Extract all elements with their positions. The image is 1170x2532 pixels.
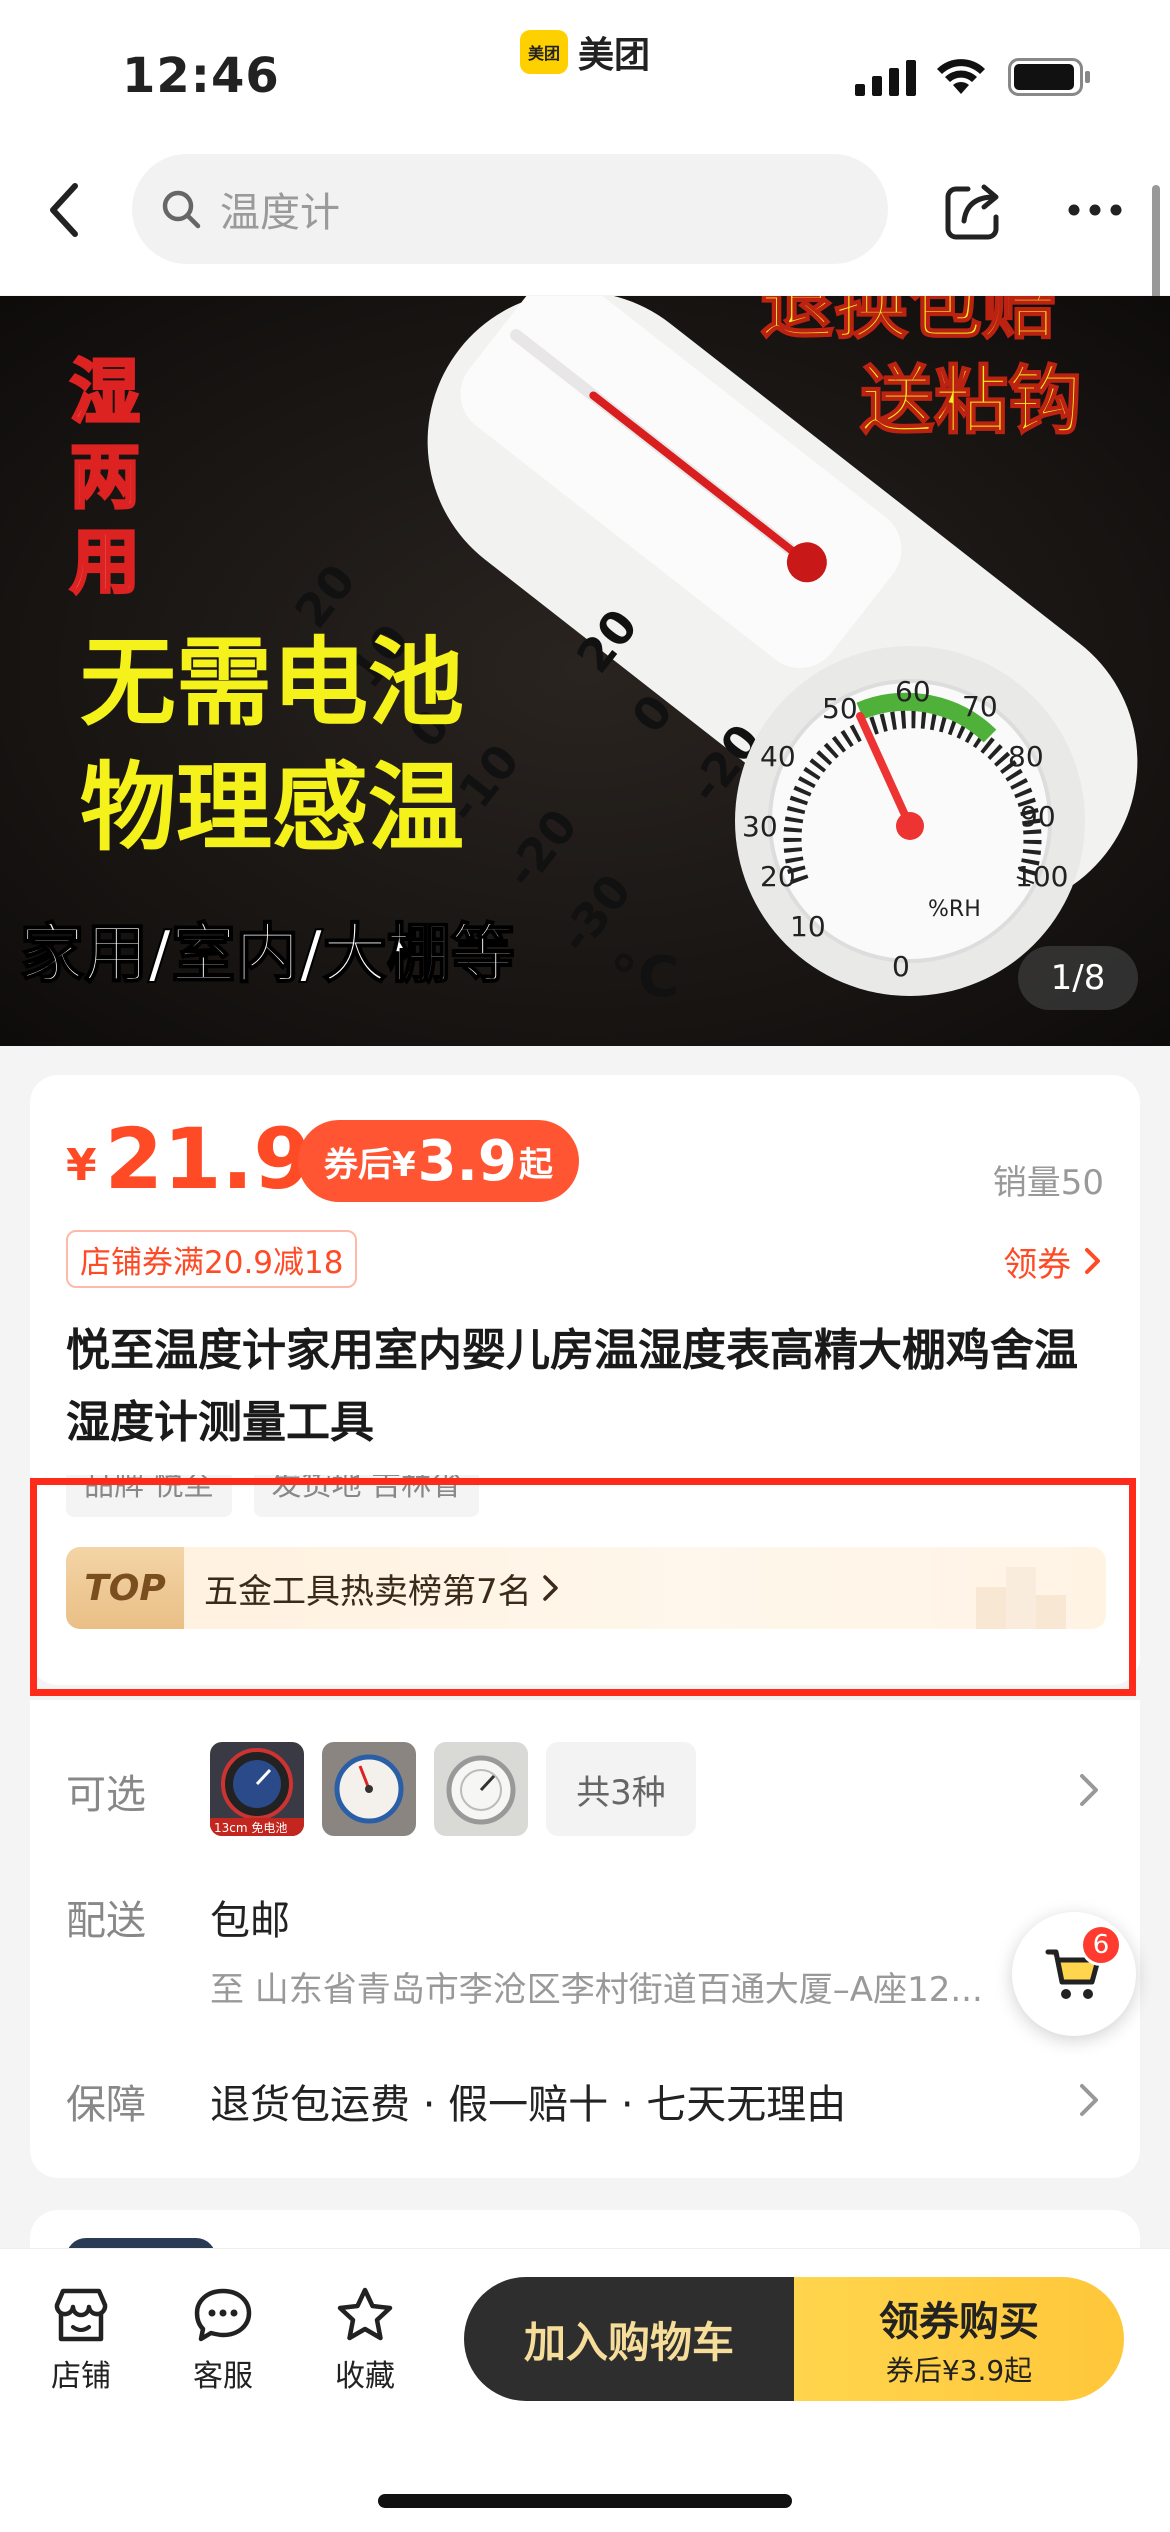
scroll-indicator [1152,185,1160,300]
product-title: 悦至温度计家用室内婴儿房温湿度表高精大棚鸡舍温湿度计测量工具 [66,1325,1078,1448]
back-button[interactable] [30,175,100,245]
bottom-action-bar: 店铺 客服 收藏 加入购物车 领券购买 券后¥3.9起 [0,2248,1170,2532]
svg-text:50: 50 [822,692,858,725]
variant-image-2 [322,1742,416,1836]
sales-count: 销量50 [992,1163,1104,1203]
more-dots-icon [1068,204,1122,216]
shop-label: 店铺 [51,2359,111,2394]
favorite-button[interactable]: 收藏 [310,2285,420,2395]
search-bar[interactable]: 温度计 [132,154,888,264]
service-label: 客服 [193,2359,253,2394]
product-page: 12:46 美团 美团 温度计 20 10 0 -10 -20 -30 20 0… [0,0,1170,2532]
buy-main-label: 领券购买 [879,2299,1039,2345]
add-to-cart-button[interactable]: 加入购物车 [464,2277,794,2401]
svg-text:60: 60 [895,675,931,708]
coupon-price-badge: 券后¥ 3.9 起 [298,1120,579,1202]
hero-text-vertical-1: 湿 [70,351,140,433]
chevron-left-icon [50,183,78,237]
svg-text:退换包赔: 退换包赔 [760,296,1056,349]
search-placeholder: 温度计 [220,190,340,236]
variant-image-1: 13cm 免电池 [210,1742,304,1836]
guarantee-value: 退货包运费 · 假一赔十 · 七天无理由 [210,2082,847,2128]
svg-text:20: 20 [760,860,796,893]
chevron-right-icon [1085,1248,1100,1274]
svg-text:物理感温: 物理感温 [80,752,464,864]
shop-button[interactable]: 店铺 [26,2285,136,2395]
optional-label: 可选 [66,1772,146,1818]
delivery-address[interactable]: 至 山东省青岛市李沧区李村街道百通大厦–A座12... [210,1962,1040,2011]
coupon-price-suffix: 起 [518,1144,553,1185]
svg-text:送粘钩: 送粘钩 [860,358,1082,444]
share-icon [945,184,999,240]
variant-count[interactable]: 共3种 [546,1742,696,1836]
delivery-value: 包邮 [210,1898,290,1944]
image-counter: 1/8 [1018,946,1138,1010]
top-nav: 温度计 [0,150,1170,295]
get-coupon-link[interactable]: 领券 [1003,1237,1104,1286]
wifi-icon [937,59,985,94]
svg-text:无需电池: 无需电池 [80,627,464,739]
search-icon [162,190,201,229]
variant-thumb-2[interactable] [322,1742,416,1836]
star-icon [337,2287,393,2341]
svg-text:100: 100 [1015,860,1068,893]
svg-text:80: 80 [1008,740,1044,773]
favorite-label: 收藏 [335,2359,395,2394]
shop-icon [54,2288,108,2342]
svg-text:用: 用 [70,521,140,603]
home-indicator[interactable] [378,2494,792,2508]
svg-text:%RH: %RH [928,897,981,922]
svg-text:10: 10 [790,910,826,943]
chat-icon [194,2288,252,2342]
shop-coupon-tag[interactable]: 店铺券满20.9减18 [66,1230,358,1288]
app-indicator: 美团 美团 [520,26,650,78]
delivery-label: 配送 [66,1898,146,1944]
svg-text:家用/室内/大棚等: 家用/室内/大棚等 [20,918,515,992]
svg-text:90: 90 [1020,800,1056,833]
svg-text:两: 两 [70,436,140,518]
floating-cart-button[interactable]: 6 [1012,1912,1136,2036]
svg-text:40: 40 [760,740,796,773]
status-time: 12:46 [122,48,280,104]
variant-thumb-3[interactable] [434,1742,528,1836]
price-row: ¥ 21.9 [66,1117,312,1201]
app-name: 美团 [578,35,651,76]
product-price: 21.9 [104,1110,312,1208]
chevron-right-icon[interactable] [1074,2080,1104,2120]
chevron-right-icon[interactable] [1074,1770,1104,1810]
svg-text:70: 70 [962,690,998,723]
currency-symbol: ¥ [66,1140,97,1191]
more-button[interactable] [1060,175,1130,245]
variant-1-caption: 13cm 免电池 [214,1820,287,1835]
battery-icon [1008,58,1090,96]
status-bar: 12:46 美团 美团 [0,0,1170,150]
variant-thumb-1[interactable]: 13cm 免电池 [210,1742,304,1836]
coupon-price-value: 3.9 [417,1128,517,1194]
customer-service-button[interactable]: 客服 [168,2285,278,2395]
svg-text:°C: °C [610,945,679,1010]
coupon-price-prefix: 券后¥ [324,1144,416,1185]
svg-text:0: 0 [892,950,910,983]
cart-count-badge: 6 [1080,1924,1122,1966]
thermometer-product-image: 20 10 0 -10 -20 -30 20 0 -20 °C °F 30201… [0,296,1170,1046]
meituan-logo: 美团 [520,30,568,74]
cellular-signal-icon [855,60,916,96]
purchase-cta-group: 加入购物车 领券购买 券后¥3.9起 [464,2277,1124,2401]
coupon-buy-button[interactable]: 领券购买 券后¥3.9起 [794,2277,1124,2401]
product-image-carousel[interactable]: 20 10 0 -10 -20 -30 20 0 -20 °C °F 30201… [0,296,1170,1046]
variant-image-3 [434,1742,528,1836]
share-button[interactable] [938,175,1008,245]
buy-sub-label: 券后¥3.9起 [885,2354,1033,2387]
highlight-annotation-box [30,1478,1136,1696]
guarantee-label: 保障 [66,2082,146,2128]
options-card: 可选 13cm 免电池 共3种 配送 包邮 至 山东省青岛市李沧区李村街道百通大… [30,1700,1140,2178]
get-coupon-label: 领券 [1003,1245,1072,1285]
svg-text:30: 30 [742,810,778,843]
